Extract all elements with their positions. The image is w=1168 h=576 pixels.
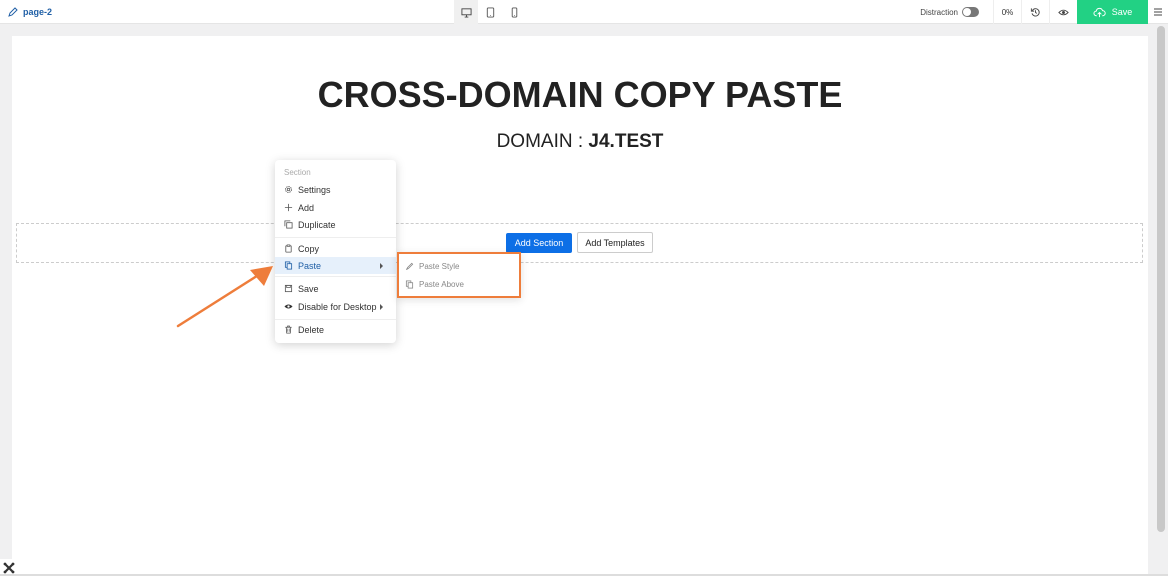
trash-icon: [285, 325, 292, 334]
paste-submenu: Paste Style Paste Above: [397, 252, 521, 298]
subtitle-domain: J4.TEST: [588, 131, 664, 152]
menu-item-label: Disable for Desktop: [298, 301, 377, 312]
pencil-icon: [8, 7, 18, 17]
paste-icon: [405, 280, 414, 289]
device-switcher: [454, 0, 526, 24]
brush-icon: [406, 262, 414, 270]
menu-item-disable-desktop[interactable]: Disable for Desktop: [275, 298, 396, 315]
menu-divider: [275, 276, 396, 277]
top-toolbar: page-2 Distraction 0% Save: [0, 0, 1168, 24]
gear-icon: [285, 186, 292, 193]
menu-item-label: Duplicate: [298, 219, 336, 230]
mobile-view-button[interactable]: [502, 0, 526, 24]
cloud-upload-icon: [1093, 7, 1106, 17]
submenu-item-label: Paste Style: [419, 262, 460, 271]
menu-item-label: Copy: [298, 243, 320, 254]
copy-icon: [285, 244, 292, 253]
menu-item-settings[interactable]: Settings: [275, 181, 396, 198]
desktop-icon: [460, 7, 472, 18]
distraction-toggle[interactable]: [962, 7, 979, 17]
paste-icon: [284, 261, 293, 270]
right-tools: Distraction 0% Save: [920, 0, 1168, 24]
save-icon: [284, 284, 293, 293]
menu-item-paste[interactable]: Paste: [275, 257, 396, 274]
save-button[interactable]: Save: [1077, 0, 1148, 24]
page-title: CROSS-DOMAIN COPY PASTE: [317, 74, 843, 115]
eye-icon: [284, 304, 293, 309]
distraction-label: Distraction: [920, 7, 958, 17]
add-section-button[interactable]: Add Section: [506, 233, 572, 253]
joomla-icon: [3, 562, 15, 573]
menu-item-delete[interactable]: Delete: [275, 321, 396, 338]
submenu-item-paste-above[interactable]: Paste Above: [405, 276, 464, 293]
mobile-icon: [511, 6, 517, 18]
plus-icon: [284, 203, 293, 212]
vertical-scrollbar[interactable]: [1157, 26, 1165, 532]
tablet-view-button[interactable]: [478, 0, 502, 24]
eye-icon: [1058, 9, 1069, 15]
menu-item-label: Settings: [298, 184, 331, 195]
section-context-menu: Section Settings Add Duplicate Copy Past…: [275, 160, 396, 343]
menu-divider: [275, 319, 396, 320]
context-menu-header: Section: [284, 168, 311, 177]
menu-item-label: Paste: [298, 260, 322, 271]
menu-item-label: Delete: [298, 324, 325, 335]
history-button[interactable]: [1021, 0, 1049, 24]
main-menu-button[interactable]: [1148, 0, 1168, 24]
page-name[interactable]: page-2: [8, 0, 52, 24]
distraction-toggle-group: Distraction: [920, 7, 993, 17]
preview-button[interactable]: [1049, 0, 1077, 24]
menu-divider: [275, 237, 396, 238]
menu-item-add[interactable]: Add: [275, 199, 396, 216]
menu-item-label: Save: [298, 283, 319, 294]
zoom-level[interactable]: 0%: [993, 0, 1021, 24]
add-templates-button[interactable]: Add Templates: [577, 232, 653, 253]
submenu-item-paste-style[interactable]: Paste Style: [405, 258, 459, 275]
submenu-arrow-icon: [380, 303, 383, 310]
duplicate-icon: [284, 220, 293, 229]
save-button-label: Save: [1111, 7, 1133, 17]
menu-item-copy[interactable]: Copy: [275, 240, 396, 257]
page-subtitle: DOMAIN : J4.TEST: [12, 131, 1148, 153]
submenu-arrow-icon: [380, 262, 383, 269]
menu-item-duplicate[interactable]: Duplicate: [275, 216, 396, 233]
submenu-item-label: Paste Above: [419, 280, 464, 289]
subtitle-prefix: DOMAIN :: [496, 131, 589, 152]
desktop-view-button[interactable]: [454, 0, 478, 24]
annotation-arrow: [176, 266, 273, 328]
history-icon: [1030, 7, 1040, 16]
menu-item-label: Add: [298, 202, 315, 213]
tablet-icon: [486, 6, 494, 18]
hamburger-icon: [1154, 8, 1162, 16]
menu-item-save[interactable]: Save: [275, 280, 396, 297]
page-name-label: page-2: [23, 7, 53, 17]
